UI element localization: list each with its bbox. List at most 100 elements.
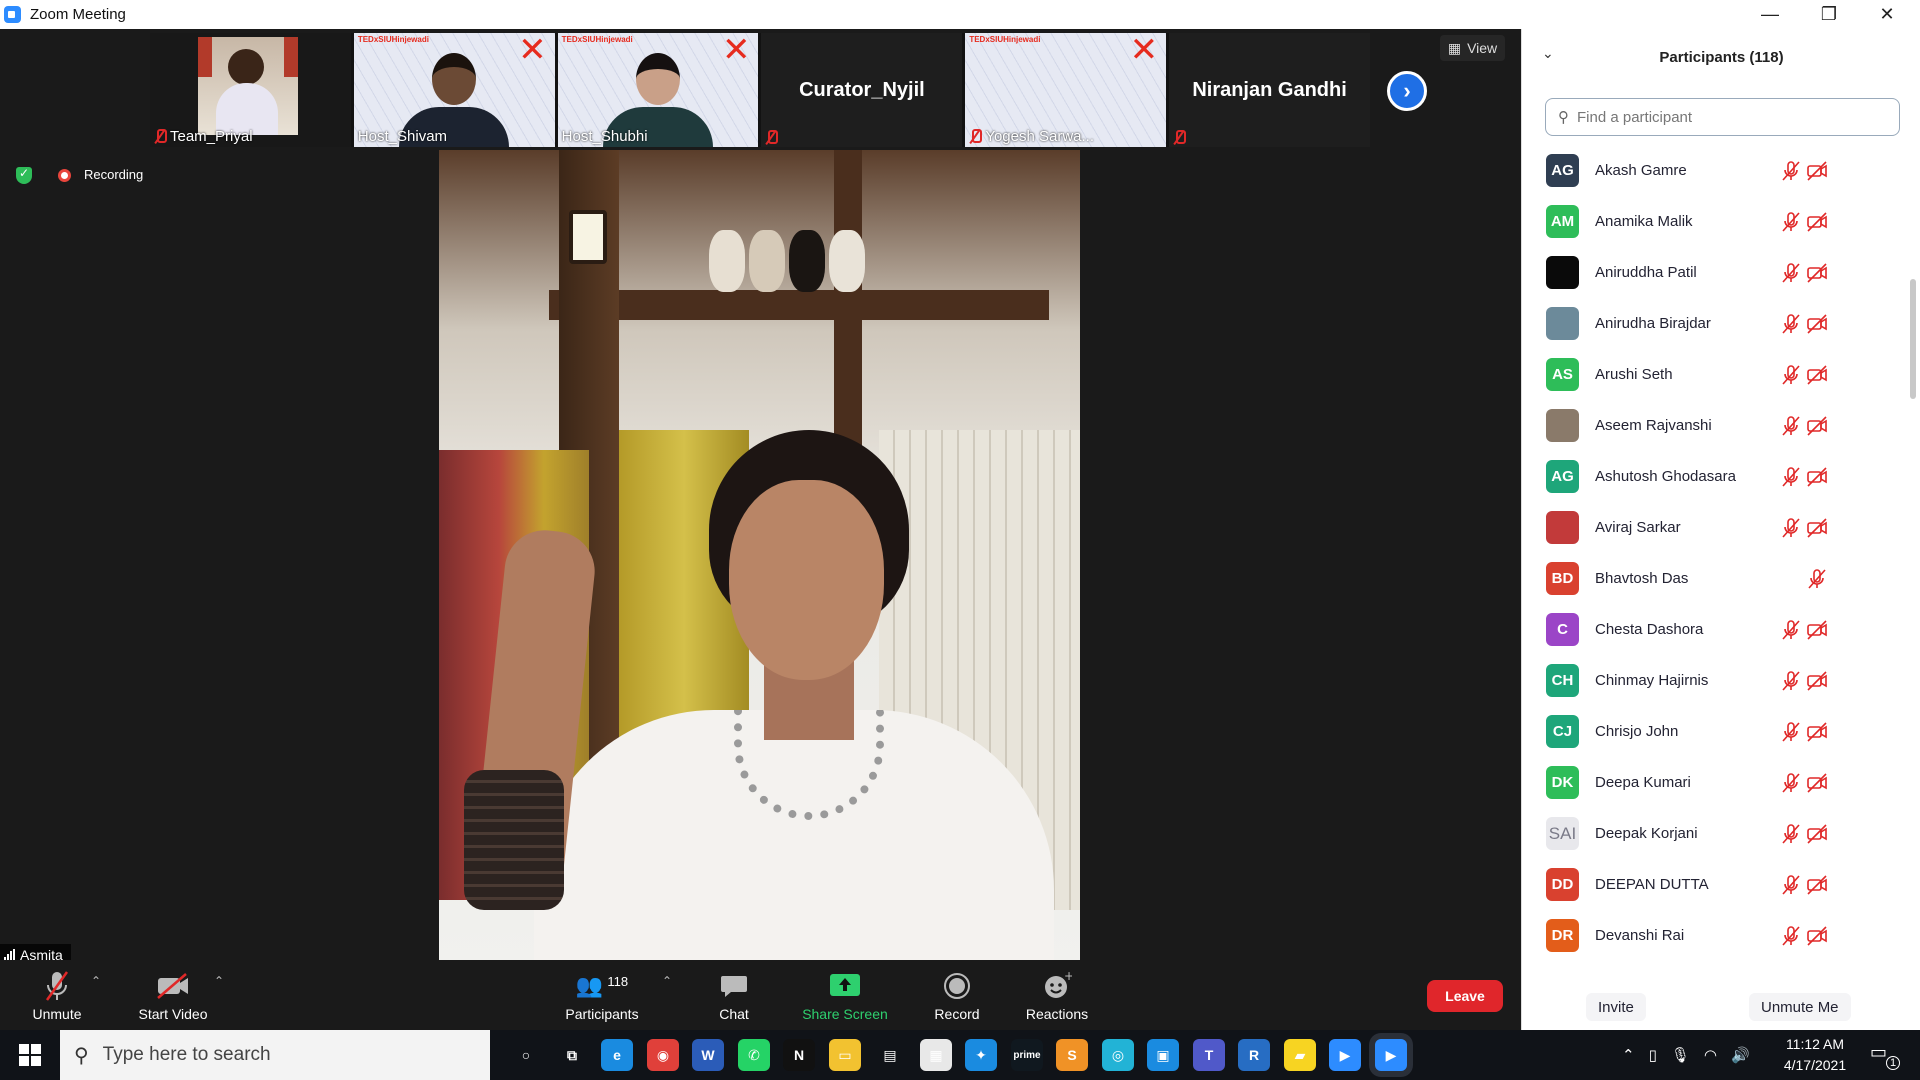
record-icon	[943, 970, 971, 1002]
r-icon[interactable]: R	[1238, 1039, 1270, 1071]
video-off-icon	[1807, 824, 1827, 844]
show-hidden-icons-chevron-icon[interactable]: ⌃	[1622, 1046, 1635, 1064]
encryption-shield-icon[interactable]	[16, 166, 32, 184]
video-off-icon	[1807, 365, 1827, 385]
zoom-active-icon[interactable]: ▶	[1375, 1039, 1407, 1071]
next-page-arrow-icon[interactable]: ›	[1387, 71, 1427, 111]
sublime-icon[interactable]: S	[1056, 1039, 1088, 1071]
muted-microphone-icon	[1782, 365, 1800, 385]
chat-bubble-icon	[720, 970, 748, 1002]
chat-button[interactable]: Chat	[684, 964, 784, 1026]
thumbnail-yogesh[interactable]: TEDxSIUHinjewadi ✕ Yogesh Sarwa...	[965, 33, 1167, 147]
restore-button[interactable]: ❐	[1806, 0, 1852, 29]
device-icon[interactable]: ▯	[1649, 1046, 1657, 1064]
participant-search-box[interactable]: ⚲	[1545, 98, 1900, 136]
tedx-logo: TEDxSIUHinjewadi	[969, 35, 1041, 44]
cortana-icon[interactable]: ○	[510, 1039, 542, 1071]
video-off-icon	[1807, 416, 1827, 436]
microphone-icon[interactable]: 🎙	[1671, 1046, 1690, 1064]
participant-name: Arushi Seth	[1595, 366, 1673, 383]
taskbar-search-box[interactable]: ⚲ Type here to search	[60, 1030, 490, 1080]
notifications-icon[interactable]: ▭ 1	[1870, 1042, 1900, 1070]
participant-row[interactable]: CJ Chrisjo John	[1522, 706, 1920, 757]
muted-microphone-icon	[1782, 926, 1800, 946]
zoom-icon[interactable]: ▶	[1329, 1039, 1361, 1071]
participants-panel: Participants (118) ⌄ ⚲ AG Akash Gamre AM An…	[1521, 29, 1920, 1030]
participant-row[interactable]: AG Akash Gamre	[1522, 145, 1920, 196]
documents-icon[interactable]: ▤	[874, 1039, 906, 1071]
participant-row[interactable]: BD Bhavtosh Das	[1522, 553, 1920, 604]
participant-avatar: AS	[1546, 358, 1579, 391]
muted-microphone-icon	[1782, 773, 1800, 793]
participant-row[interactable]: AS Arushi Seth	[1522, 349, 1920, 400]
share-screen-button[interactable]: Share Screen	[795, 964, 895, 1026]
search-icon: ⚲	[1558, 109, 1569, 126]
minimize-button[interactable]: —	[1747, 0, 1793, 29]
video-off-icon	[1807, 263, 1827, 283]
participant-row[interactable]: AG Ashutosh Ghodasara	[1522, 451, 1920, 502]
muted-microphone-icon	[1782, 212, 1800, 232]
participants-options-caret-icon[interactable]: ⌃	[662, 974, 672, 988]
teams-icon[interactable]: T	[1193, 1039, 1225, 1071]
prime-video-icon[interactable]: prime	[1011, 1039, 1043, 1071]
thumbnail-curator-nyjil[interactable]: Curator_Nyjil	[761, 33, 963, 147]
record-button[interactable]: Record	[907, 964, 1007, 1026]
task-view-icon[interactable]: ⧉	[556, 1039, 588, 1071]
participant-avatar	[1546, 409, 1579, 442]
participant-row[interactable]: AM Anamika Malik	[1522, 196, 1920, 247]
thumbnail-label: Host_Shivam	[357, 128, 448, 145]
participant-name: Aniruddha Patil	[1595, 264, 1697, 281]
audio-options-caret-icon[interactable]: ⌃	[91, 974, 101, 988]
close-button[interactable]: ✕	[1864, 0, 1910, 29]
edge-icon[interactable]: e	[601, 1039, 633, 1071]
participant-row[interactable]: SAI Deepak Korjani	[1522, 808, 1920, 859]
photos-icon[interactable]: ▣	[1147, 1039, 1179, 1071]
participant-row[interactable]: DD DEEPAN DUTTA	[1522, 859, 1920, 910]
participant-row[interactable]: DK Deepa Kumari	[1522, 757, 1920, 808]
thumbnail-host-shivam[interactable]: TEDxSIUHinjewadi ✕ Host_Shivam	[353, 33, 555, 147]
video-off-icon	[1807, 875, 1827, 895]
chrome-icon[interactable]: ◉	[647, 1039, 679, 1071]
safari-icon[interactable]: ✦	[965, 1039, 997, 1071]
muted-microphone-icon	[1782, 314, 1800, 334]
taskbar-clock[interactable]: 11:12 AM 4/17/2021	[1770, 1034, 1860, 1076]
leave-button[interactable]: Leave	[1427, 980, 1503, 1012]
participant-row[interactable]: DR Devanshi Rai	[1522, 910, 1920, 961]
video-options-caret-icon[interactable]: ⌃	[214, 974, 224, 988]
participant-row[interactable]: Aniruddha Patil	[1522, 247, 1920, 298]
participant-list-scrollbar[interactable]	[1910, 279, 1916, 399]
collapse-panel-chevron-icon[interactable]: ⌄	[1542, 45, 1554, 62]
thumbnail-niranjan-gandhi[interactable]: Niranjan Gandhi	[1169, 33, 1370, 147]
word-icon[interactable]: W	[692, 1039, 724, 1071]
windows-start-button[interactable]	[0, 1030, 60, 1080]
start-video-button[interactable]: Start Video	[123, 964, 223, 1026]
participant-avatar: CJ	[1546, 715, 1579, 748]
reactions-button[interactable]: + Reactions	[1007, 964, 1107, 1026]
thumbnail-host-shubhi[interactable]: TEDxSIUHinjewadi ✕ Host_Shubhi	[557, 33, 759, 147]
recording-indicator-icon	[58, 169, 71, 182]
participants-count: 118	[607, 973, 629, 989]
participant-row[interactable]: Anirudha Birajdar	[1522, 298, 1920, 349]
participant-search-input[interactable]	[1577, 108, 1877, 126]
participant-row[interactable]: Aviraj Sarkar	[1522, 502, 1920, 553]
invite-button[interactable]: Invite	[1586, 993, 1646, 1021]
store-icon[interactable]: ▦	[920, 1039, 952, 1071]
volume-icon[interactable]: 🔊	[1731, 1046, 1750, 1064]
zoom-app-icon	[4, 6, 21, 23]
instagram-icon[interactable]: ◎	[1102, 1039, 1134, 1071]
participant-row[interactable]: Aseem Rajvanshi	[1522, 400, 1920, 451]
netflix-icon[interactable]: N	[783, 1039, 815, 1071]
participant-row[interactable]: C Chesta Dashora	[1522, 604, 1920, 655]
whatsapp-icon[interactable]: ✆	[738, 1039, 770, 1071]
wifi-icon[interactable]: ◠	[1704, 1046, 1717, 1064]
window-title: Zoom Meeting	[30, 6, 126, 23]
panel-title: Participants (118)	[1659, 48, 1784, 66]
unmute-me-button[interactable]: Unmute Me	[1749, 993, 1851, 1021]
participants-button[interactable]: 👥 118 Participants	[552, 964, 652, 1026]
sticky-notes-icon[interactable]: ▰	[1284, 1039, 1316, 1071]
thumbnail-team-priyal[interactable]: Team_Priyal	[150, 33, 351, 147]
view-button[interactable]: ▦ View	[1440, 35, 1505, 61]
participant-row[interactable]: CH Chinmay Hajirnis	[1522, 655, 1920, 706]
participant-name: Chesta Dashora	[1595, 621, 1704, 638]
file-explorer-icon[interactable]: ▭	[829, 1039, 861, 1071]
